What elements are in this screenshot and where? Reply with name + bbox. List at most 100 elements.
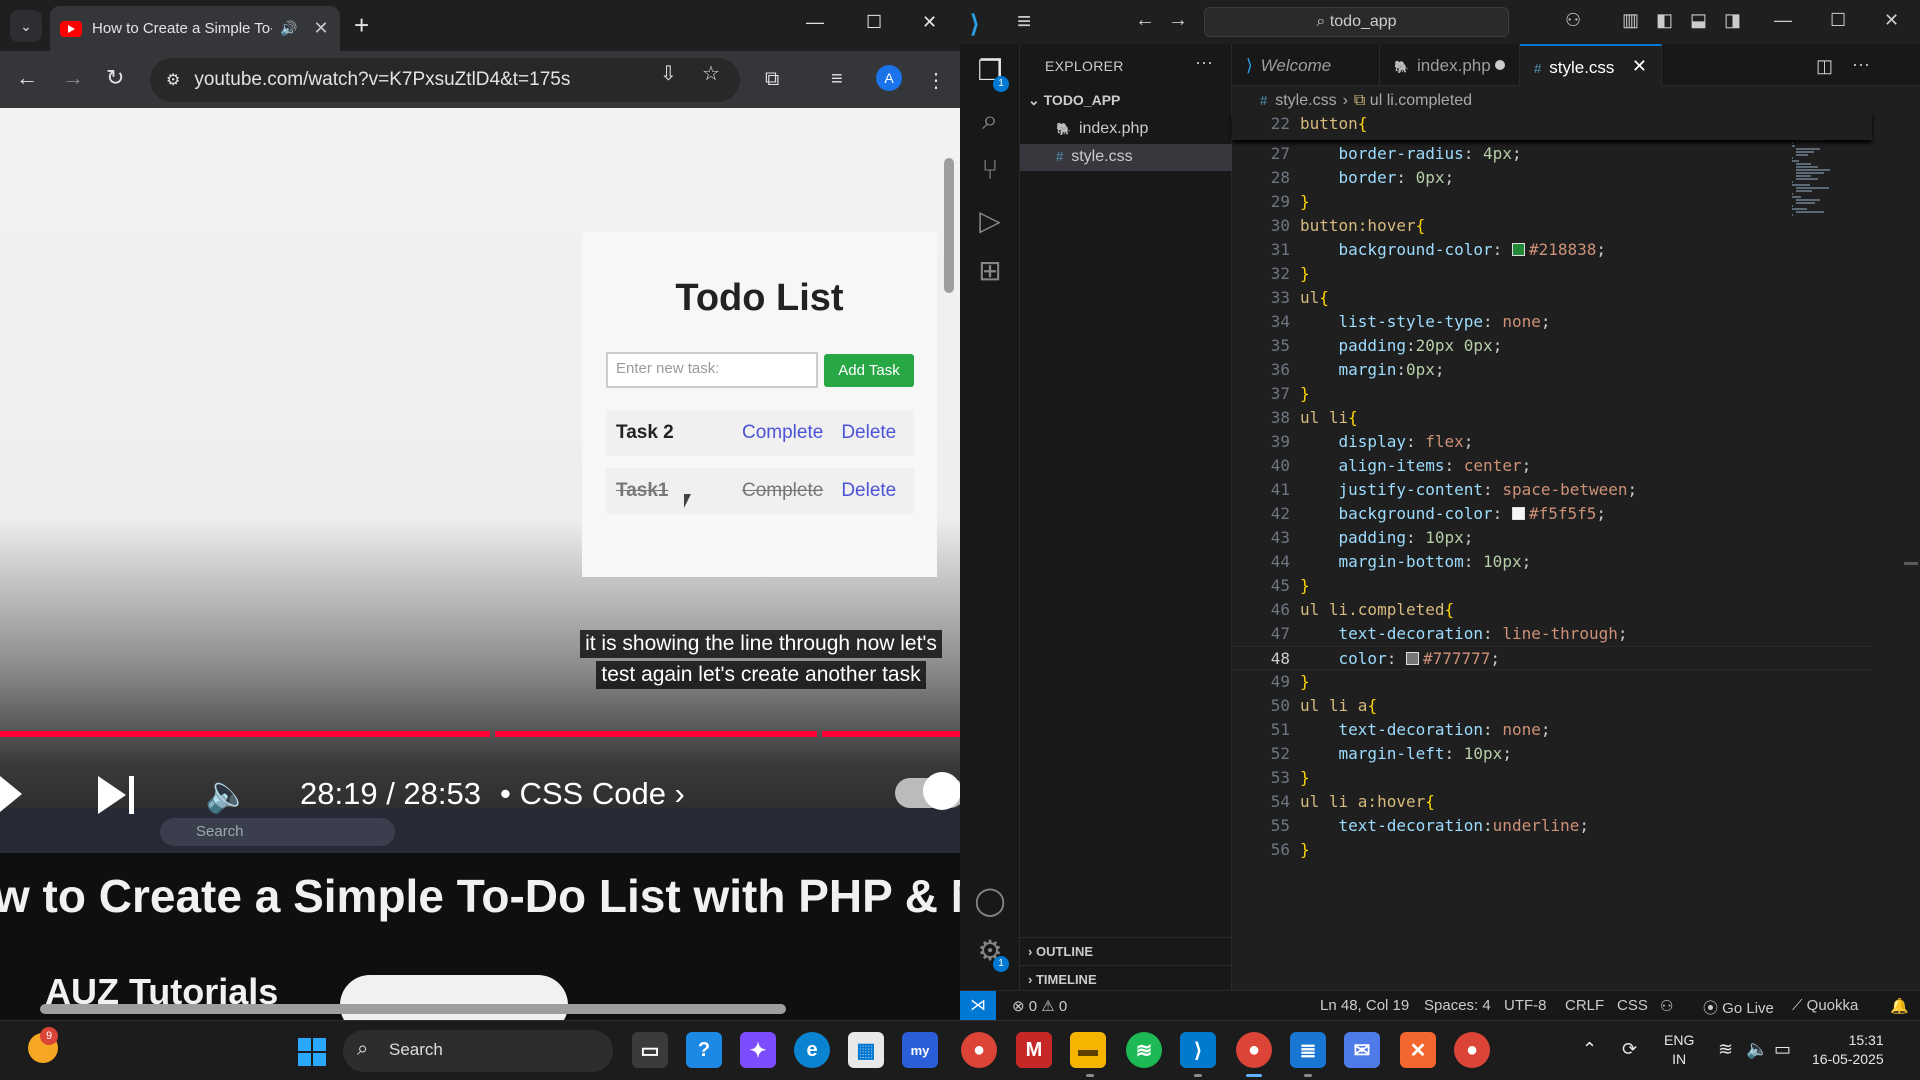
mysql-icon[interactable]: my: [902, 1032, 938, 1068]
play-icon[interactable]: [0, 776, 22, 812]
encoding[interactable]: UTF-8: [1504, 997, 1547, 1014]
browser-tab[interactable]: How to Create a Simple To- 🔊 ✕: [50, 6, 340, 51]
maximize-icon[interactable]: ☐: [866, 12, 882, 33]
close-tab-icon[interactable]: ✕: [1632, 56, 1647, 77]
close-window-icon[interactable]: ✕: [1884, 10, 1899, 31]
menu-kebab-icon[interactable]: ⋮: [926, 68, 946, 93]
search-icon[interactable]: ⌕: [974, 104, 1006, 137]
copilot-app-icon[interactable]: ✦: [740, 1032, 776, 1068]
code-line[interactable]: 27 border-radius: 4px;: [1232, 142, 1872, 166]
code-line[interactable]: 37}: [1232, 382, 1872, 406]
mcafee-icon[interactable]: M: [1016, 1032, 1052, 1068]
code-line[interactable]: 49}: [1232, 670, 1872, 694]
copilot-status-icon[interactable]: ⚇: [1660, 997, 1673, 1015]
cursor-position[interactable]: Ln 48, Col 19: [1320, 997, 1409, 1014]
profile-avatar[interactable]: A: [876, 65, 902, 91]
command-center[interactable]: ⌕ todo_app: [1204, 7, 1509, 37]
extensions-icon[interactable]: ⊞: [974, 254, 1006, 287]
close-tab-icon[interactable]: ✕: [313, 18, 328, 39]
notifications-bell-icon[interactable]: 🔔: [1890, 997, 1909, 1015]
address-bar[interactable]: ⚙ youtube.com/watch?v=K7PxsuZtlD4&t=175s: [150, 58, 740, 102]
language-mode[interactable]: CSS: [1617, 997, 1648, 1014]
code-line[interactable]: 31 background-color: #218838;: [1232, 238, 1872, 262]
remote-icon[interactable]: ⋊: [960, 991, 996, 1020]
outline-section[interactable]: › OUTLINE: [1020, 937, 1232, 965]
code-line[interactable]: 28 border: 0px;: [1232, 166, 1872, 190]
forward-icon[interactable]: →: [62, 65, 84, 91]
autoplay-toggle[interactable]: [895, 772, 960, 810]
chapter-title[interactable]: • CSS Code ›: [500, 776, 685, 812]
bookmark-star-icon[interactable]: ☆: [702, 61, 720, 86]
customize-layout-icon[interactable]: ▥: [1622, 10, 1639, 31]
video-player[interactable]: Todo List Enter new task: Add Task Task …: [0, 108, 960, 853]
code-line[interactable]: 47 text-decoration: line-through;: [1232, 622, 1872, 646]
code-line[interactable]: 55 text-decoration:underline;: [1232, 814, 1872, 838]
tab-search-button[interactable]: ⌄: [10, 10, 42, 42]
horizontal-scrollbar[interactable]: [40, 1004, 786, 1014]
chapter-segment[interactable]: [0, 731, 490, 737]
minimize-icon[interactable]: —: [806, 12, 824, 33]
line-ending[interactable]: CRLF: [1565, 997, 1604, 1014]
file-index-php[interactable]: 🐘 index.php: [1020, 116, 1232, 143]
edge-icon[interactable]: e: [794, 1032, 830, 1068]
wifi-icon[interactable]: ≋: [1718, 1039, 1733, 1060]
indentation[interactable]: Spaces: 4: [1424, 997, 1491, 1014]
more-editor-actions-icon[interactable]: ···: [1852, 54, 1870, 75]
taskbar-search[interactable]: ⌕ Search: [343, 1030, 613, 1072]
reload-icon[interactable]: ↻: [106, 65, 124, 91]
volume-icon[interactable]: 🔈: [1746, 1039, 1768, 1060]
code-line[interactable]: 34 list-style-type: none;: [1232, 310, 1872, 334]
tab-style-css[interactable]: # style.css ✕: [1520, 44, 1662, 86]
help-icon[interactable]: ?: [686, 1032, 722, 1068]
split-editor-icon[interactable]: ◫: [1816, 56, 1833, 77]
back-icon[interactable]: ←: [16, 65, 38, 91]
chrome-icon[interactable]: ●: [961, 1032, 997, 1068]
code-line[interactable]: 51 text-decoration: none;: [1232, 718, 1872, 742]
code-line[interactable]: 43 padding: 10px;: [1232, 526, 1872, 550]
code-line[interactable]: 46 ul li.completed{: [1232, 598, 1872, 622]
store-icon[interactable]: ▦: [848, 1032, 884, 1068]
code-editor[interactable]: 22button{26 cursor: pointer;27 border-ra…: [1232, 112, 1920, 990]
go-forward-icon[interactable]: →: [1168, 9, 1188, 32]
code-line[interactable]: 52 margin-left: 10px;: [1232, 742, 1872, 766]
input-language[interactable]: ENG IN: [1664, 1031, 1694, 1069]
sticky-scroll-line[interactable]: 22 button{: [1232, 112, 1872, 140]
volume-icon[interactable]: 🔈: [205, 773, 250, 815]
mail-icon[interactable]: ✉: [1344, 1032, 1380, 1068]
code-line[interactable]: 45}: [1232, 574, 1872, 598]
show-hidden-icons-icon[interactable]: ⌃: [1582, 1039, 1597, 1060]
notepad-icon[interactable]: ≣: [1290, 1032, 1326, 1068]
chrome-alt-icon[interactable]: ●: [1454, 1032, 1490, 1068]
code-line[interactable]: 54 ul li a:hover{: [1232, 790, 1872, 814]
spotify-icon[interactable]: ≋: [1126, 1032, 1162, 1068]
code-line[interactable]: 36 margin:0px;: [1232, 358, 1872, 382]
progress-bar[interactable]: [0, 731, 960, 737]
xampp-icon[interactable]: ✕: [1400, 1032, 1436, 1068]
editor-scroll-indicator[interactable]: [1904, 562, 1918, 565]
unsaved-dot-icon[interactable]: [1495, 60, 1505, 70]
chapter-segment[interactable]: [495, 731, 817, 737]
code-line[interactable]: 35 padding:20px 0px;: [1232, 334, 1872, 358]
extensions-icon[interactable]: ⧉: [765, 68, 779, 91]
code-line[interactable]: 33 ul{: [1232, 286, 1872, 310]
code-line[interactable]: 38 ul li{: [1232, 406, 1872, 430]
problems-status[interactable]: ⊗ 0 ⚠ 0: [1012, 997, 1067, 1015]
file-style-css[interactable]: # style.css: [1020, 144, 1232, 171]
go-back-icon[interactable]: ←: [1135, 9, 1155, 32]
run-debug-icon[interactable]: ▷: [974, 204, 1006, 237]
breadcrumb-file[interactable]: style.css: [1275, 92, 1336, 109]
code-line[interactable]: 40 align-items: center;: [1232, 454, 1872, 478]
code-line[interactable]: 44 margin-bottom: 10px;: [1232, 550, 1872, 574]
go-live[interactable]: ⦿ Go Live: [1703, 997, 1774, 1018]
chapter-segment[interactable]: [822, 731, 960, 737]
site-info-icon[interactable]: ⚙: [166, 70, 180, 90]
close-window-icon[interactable]: ✕: [922, 12, 937, 33]
minimize-icon[interactable]: —: [1774, 10, 1792, 31]
tab-welcome[interactable]: ⟩ Welcome: [1232, 44, 1380, 86]
quokka[interactable]: ⟋ Quokka: [1792, 997, 1858, 1014]
code-line[interactable]: 56}: [1232, 838, 1872, 862]
code-line[interactable]: 39 display: flex;: [1232, 430, 1872, 454]
media-control-icon[interactable]: ≡: [831, 68, 843, 91]
accounts-icon[interactable]: ◯: [974, 884, 1006, 917]
code-line[interactable]: 42 background-color: #f5f5f5;: [1232, 502, 1872, 526]
